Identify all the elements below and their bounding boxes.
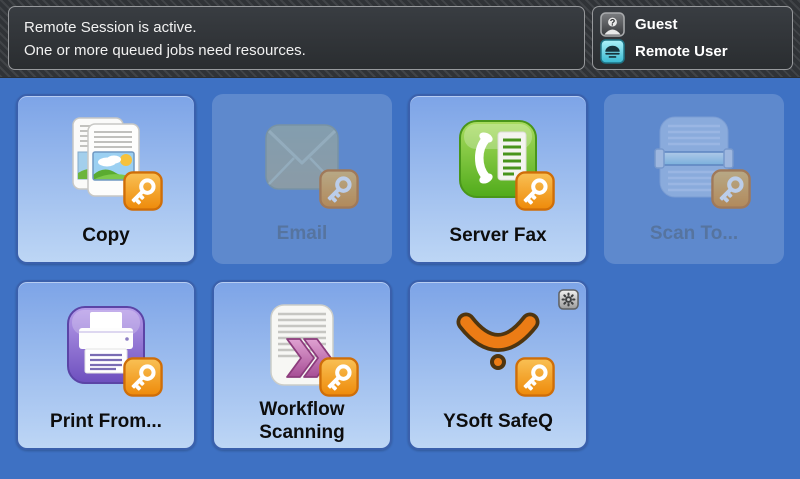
authentication-key-icon <box>319 357 359 397</box>
tile-email: Email <box>212 94 392 264</box>
authentication-key-icon <box>319 169 359 209</box>
authentication-key-icon <box>515 357 555 397</box>
status-header: Remote Session is active. One or more qu… <box>0 0 800 78</box>
home-screen: Copy <box>0 78 800 479</box>
status-message-box: Remote Session is active. One or more qu… <box>8 6 585 70</box>
tile-label-copy: Copy <box>20 212 192 258</box>
tile-server-fax[interactable]: Server Fax <box>408 94 588 264</box>
server-fax-icon <box>452 113 544 205</box>
tile-label-print-from: Print From... <box>20 398 192 444</box>
tile-scan-to: Scan To... <box>604 94 784 264</box>
status-message-line1: Remote Session is active. <box>24 16 569 39</box>
print-from-icon <box>60 299 152 391</box>
authentication-key-icon <box>123 357 163 397</box>
email-envelope-icon <box>256 111 348 203</box>
remote-user-label: Remote User <box>635 43 728 60</box>
workflow-scanning-icon <box>256 299 348 391</box>
tile-print-from[interactable]: Print From... <box>16 280 196 450</box>
tile-ysoft-safeq[interactable]: YSoft SafeQ <box>408 280 588 450</box>
status-message-line2: One or more queued jobs need resources. <box>24 39 569 62</box>
tile-label-server-fax: Server Fax <box>412 212 584 258</box>
svg-text:?: ? <box>610 17 616 27</box>
app-tiles-grid: Copy <box>16 94 784 450</box>
authentication-key-icon <box>515 171 555 211</box>
authentication-key-icon <box>711 169 751 209</box>
tile-label-ysoft-safeq: YSoft SafeQ <box>412 398 584 444</box>
remote-user-icon <box>600 39 625 64</box>
tile-copy[interactable]: Copy <box>16 94 196 264</box>
copy-documents-icon <box>60 113 152 205</box>
tile-label-scan-to: Scan To... <box>608 210 780 256</box>
extended-gear-icon <box>558 289 579 310</box>
guest-user-label: Guest <box>635 16 678 33</box>
guest-user-icon: ? <box>600 12 625 37</box>
scan-to-icon <box>648 111 740 203</box>
user-row-remote[interactable]: Remote User <box>600 38 785 65</box>
tile-workflow-scanning[interactable]: Workflow Scanning <box>212 280 392 450</box>
ysoft-safeq-icon <box>452 299 544 391</box>
tile-label-workflow-scanning: Workflow Scanning <box>216 398 388 444</box>
tile-label-email: Email <box>216 210 388 256</box>
authentication-key-icon <box>123 171 163 211</box>
user-row-guest[interactable]: ? Guest <box>600 11 785 38</box>
user-session-panel[interactable]: ? Guest Remote User <box>592 6 793 70</box>
